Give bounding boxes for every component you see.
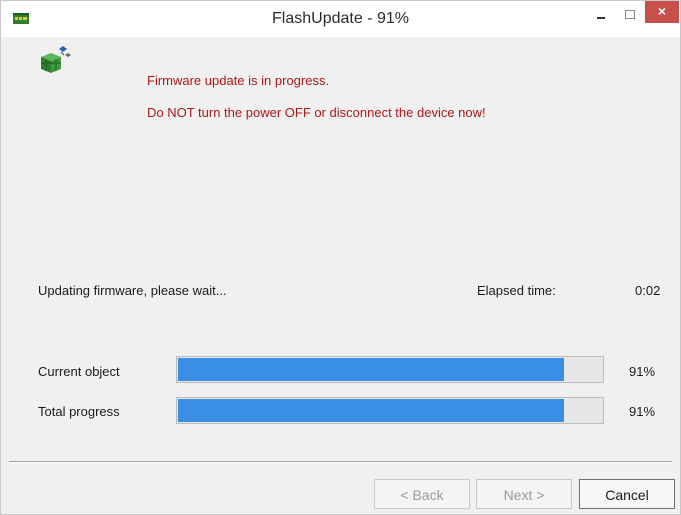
current-object-progress-bar [176,356,604,383]
maximize-button[interactable] [617,3,643,29]
close-icon: × [657,3,667,19]
elapsed-time-label: Elapsed time: [477,283,556,298]
current-object-percent: 91% [629,364,656,379]
warning-line-2: Do NOT turn the power OFF or disconnect … [147,105,486,120]
title-bar[interactable]: FlashUpdate - 91% × [1,1,680,37]
elapsed-time-value: 0:02 [635,283,661,298]
flashupdate-window: FlashUpdate - 91% × Firmware update is i… [0,0,681,515]
back-button[interactable]: < Back [374,479,470,509]
status-text: Updating firmware, please wait... [38,283,227,298]
total-progress-bar [176,397,604,424]
minimize-button[interactable] [588,3,614,29]
total-progress-percent: 91% [629,404,656,419]
cancel-button[interactable]: Cancel [579,479,675,509]
package-cubes-icon [41,46,71,73]
current-object-progress-fill [178,358,564,381]
window-title: FlashUpdate - 91% [272,10,409,27]
total-progress-label: Total progress [38,404,120,419]
close-button[interactable]: × [645,1,679,23]
total-progress-fill [178,399,564,422]
next-button[interactable]: Next > [476,479,572,509]
warning-line-1: Firmware update is in progress. [147,73,330,88]
current-object-label: Current object [38,364,120,379]
button-separator [9,461,672,463]
